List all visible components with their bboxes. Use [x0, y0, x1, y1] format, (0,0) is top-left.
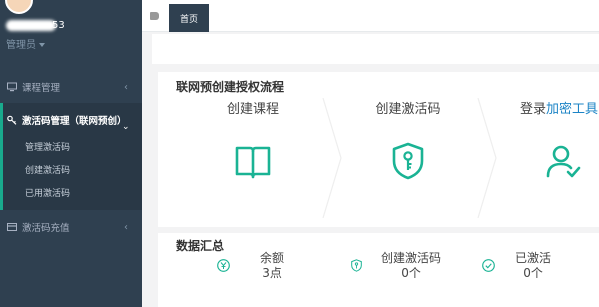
key-icon: [7, 115, 17, 125]
subitem-create-codes[interactable]: 创建激活码: [25, 163, 70, 176]
sidebar-item-label: 激活码管理（联网预创）: [22, 116, 127, 127]
subitem-used-codes[interactable]: 已用激活码: [25, 186, 70, 199]
subitem-manage-codes[interactable]: 管理激活码: [25, 140, 70, 153]
stat-text: 余额 3点: [260, 251, 284, 281]
step-label: 创建激活码: [375, 102, 441, 117]
step-create-code: 创建激活码: [353, 98, 463, 184]
yen-icon: [217, 259, 230, 272]
step-login-tool: 登录加密工具: [506, 98, 599, 184]
encryption-tool-link[interactable]: 加密工具: [546, 102, 598, 117]
book-icon: [235, 146, 271, 179]
card-icon: [7, 223, 17, 231]
step-arrow: [322, 98, 342, 218]
desktop-icon: [7, 82, 17, 92]
stats-panel: 数据汇总 余额 3点 创建激活码 0个 已激活 0个: [158, 233, 599, 307]
user-check-icon: [546, 145, 580, 178]
sidebar-item-label: 激活码充值: [22, 223, 70, 234]
tag-icon: [150, 12, 159, 20]
step-label-prefix: 登录: [520, 102, 547, 117]
step-label: 登录加密工具: [506, 98, 599, 117]
shield-key-icon: [392, 142, 424, 180]
caret-down-icon: [39, 43, 45, 47]
stat-label: 已激活: [515, 251, 552, 265]
stat-label: 创建激活码: [381, 251, 442, 265]
stat-created-codes: 创建激活码 0个: [350, 251, 441, 281]
stat-value: 0个: [401, 266, 421, 280]
chevron-left-icon: ‹: [124, 222, 128, 233]
flow-title: 联网预创建授权流程: [176, 80, 285, 94]
step-arrow: [477, 98, 497, 218]
stat-text: 已激活 0个: [515, 251, 551, 281]
sidebar: 53 管理员 课程管理 ‹ 激活码管理（联网预创） ⌄ 管理激活码 创建激活码 …: [0, 0, 142, 307]
step-label: 创建课程: [226, 102, 279, 117]
flow-panel: 联网预创建授权流程 创建课程 创建激活码 登录加密工具: [158, 72, 599, 227]
tab-bar: 首页: [142, 0, 599, 32]
username-suffix: 53: [52, 20, 65, 31]
role-label: 管理员: [6, 40, 36, 51]
step-create-course: 创建课程: [198, 98, 308, 184]
chevron-down-icon: ⌄: [122, 122, 130, 132]
role-dropdown[interactable]: 管理员: [6, 36, 45, 51]
stat-text: 创建激活码 0个: [381, 251, 441, 281]
stat-balance: 余额 3点: [217, 251, 284, 281]
username-redacted: [6, 20, 56, 31]
avatar[interactable]: [5, 0, 33, 14]
profile: 53 管理员: [0, 0, 142, 68]
chevron-left-icon: ‹: [124, 82, 128, 93]
sidebar-item-label: 课程管理: [22, 83, 61, 94]
stat-value: 3点: [262, 266, 282, 280]
sidebar-item-courses[interactable]: 课程管理 ‹: [0, 70, 142, 104]
sidebar-item-activation[interactable]: 激活码管理（联网预创）: [0, 103, 142, 137]
content-header-panel: [152, 34, 599, 64]
stat-activated: 已激活 0个: [482, 251, 551, 281]
shield-key-icon: [351, 259, 362, 272]
tab-home[interactable]: 首页: [169, 4, 209, 32]
check-circle-icon: [482, 259, 495, 272]
sidebar-item-recharge[interactable]: 激活码充值 ‹: [0, 210, 142, 244]
stat-label: 余额: [260, 251, 285, 265]
stat-value: 0个: [523, 266, 543, 280]
